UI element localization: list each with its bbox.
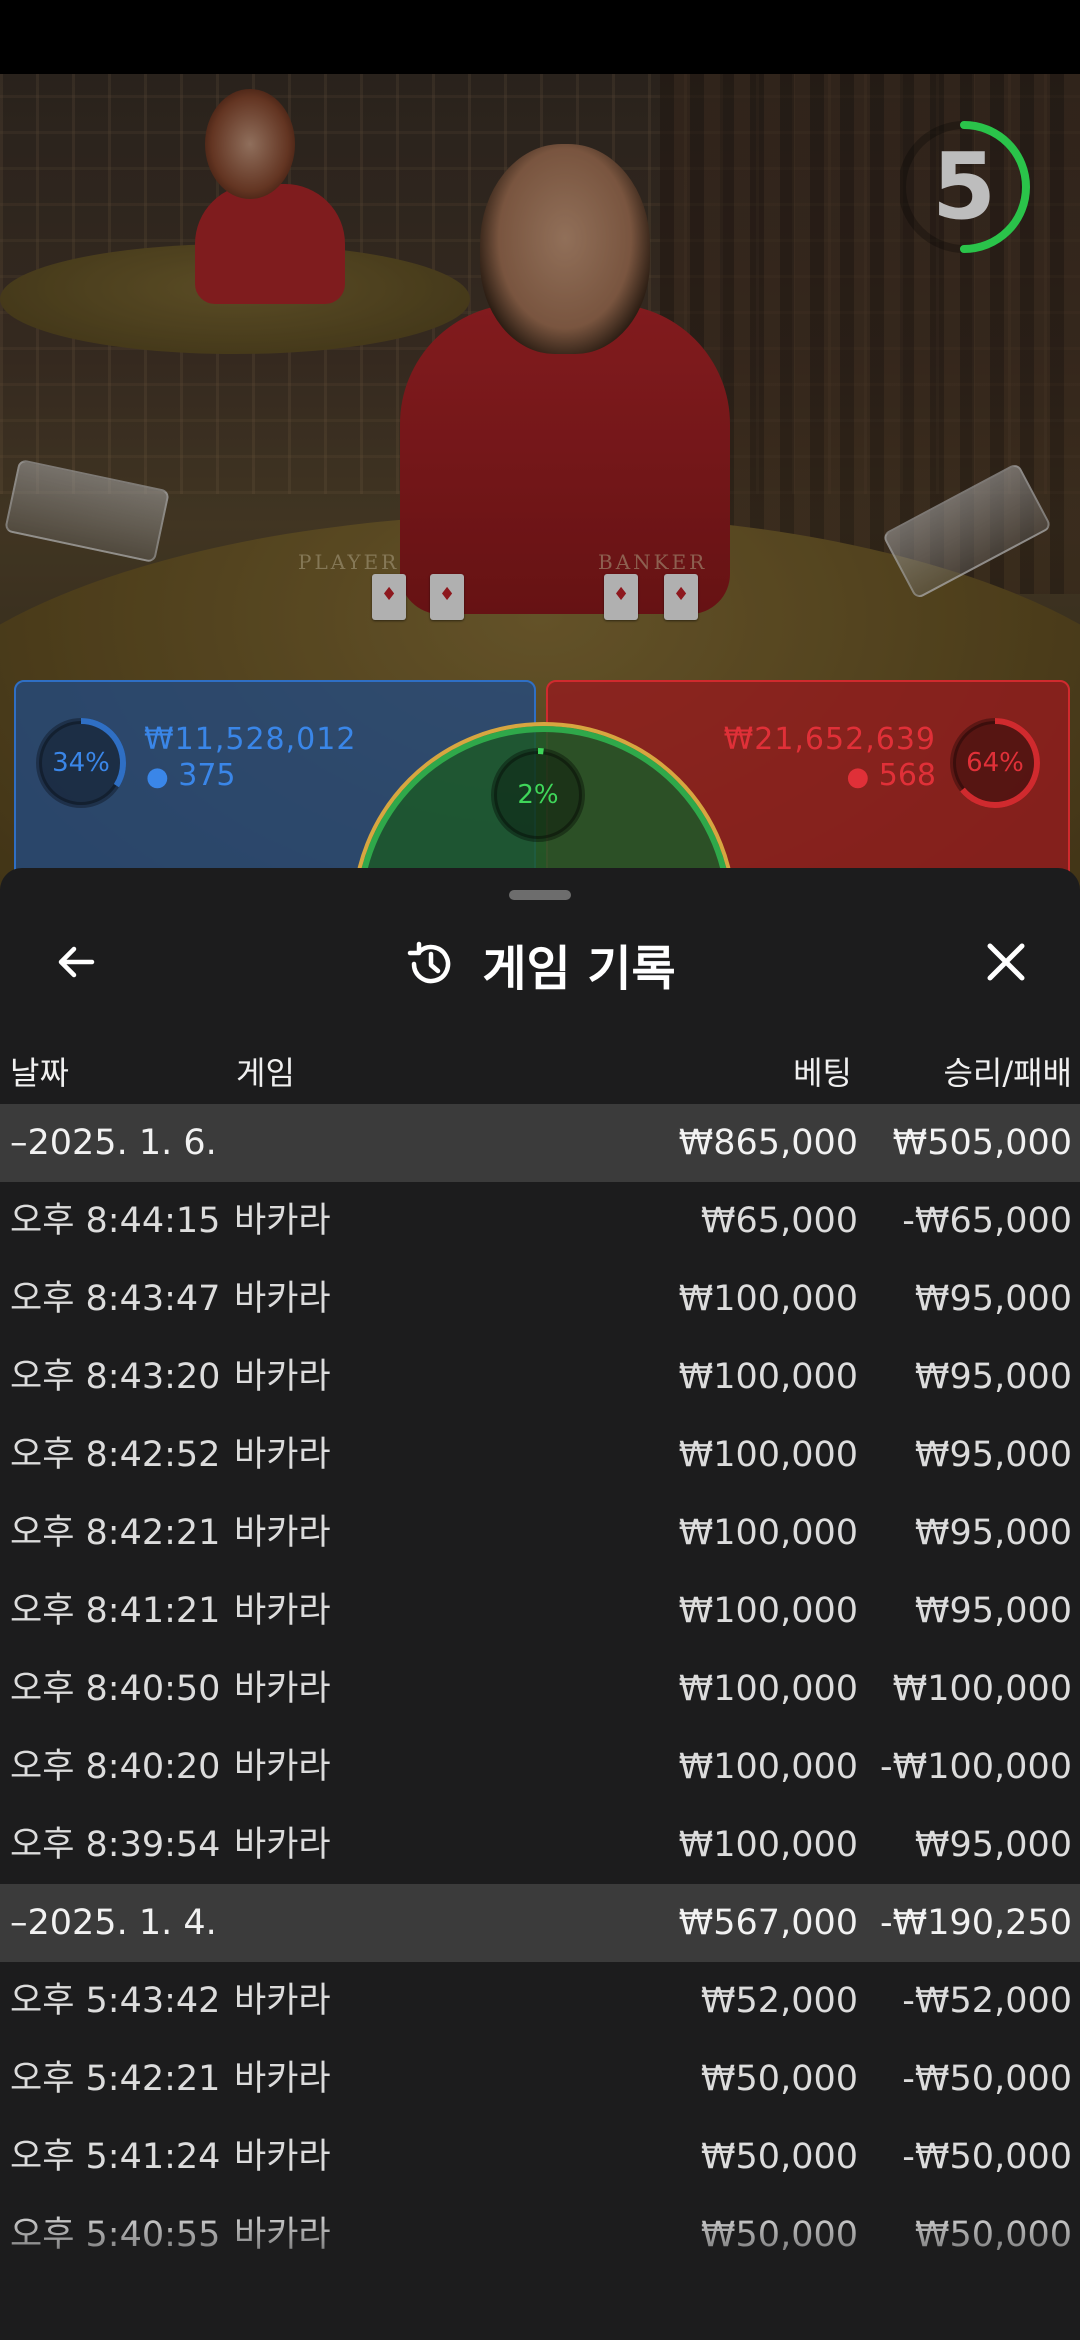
result-cell: -₩50,000 xyxy=(902,2059,1072,2099)
result-cell: -₩100,000 xyxy=(880,1747,1072,1787)
bet-cell: ₩567,000 xyxy=(678,1903,858,1943)
bet-cell: ₩100,000 xyxy=(678,1513,858,1553)
player-bettor-count: 375 xyxy=(178,758,236,793)
bet-cell: ₩50,000 xyxy=(700,2137,858,2177)
column-header-game[interactable]: 게임 xyxy=(236,1048,295,1092)
sheet-title: 게임 기록 xyxy=(482,941,676,997)
history-row[interactable]: 오후 8:40:50 바카라 ₩100,000 ₩100,000 xyxy=(0,1650,1080,1728)
player-percent-ring: 34% xyxy=(34,716,128,810)
game-cell: 바카라 xyxy=(234,1279,331,1319)
game-cell: 바카라 xyxy=(234,2059,331,2099)
player-bettor-count-wrap: ● 375 xyxy=(146,758,236,793)
history-row[interactable]: 오후 8:42:21 바카라 ₩100,000 ₩95,000 xyxy=(0,1494,1080,1572)
history-row[interactable]: 오후 8:41:21 바카라 ₩100,000 ₩95,000 xyxy=(0,1572,1080,1650)
history-list: –2025. 1. 6. ₩865,000 ₩505,000 오후 8:44:15 바카… xyxy=(0,1104,1080,2274)
tie-percent-ring: 2% xyxy=(488,745,588,845)
bet-cell: ₩100,000 xyxy=(678,1591,858,1631)
user-icon: ● xyxy=(846,762,870,792)
bet-cell: ₩65,000 xyxy=(700,1201,858,1241)
bet-cell: ₩100,000 xyxy=(678,1435,858,1475)
list-fade-overlay xyxy=(0,2210,1080,2340)
date-cell: 오후 8:39:54 xyxy=(10,1825,221,1865)
history-row[interactable]: 오후 8:40:20 바카라 ₩100,000 -₩100,000 xyxy=(0,1728,1080,1806)
date-cell: 오후 5:42:21 xyxy=(10,2059,221,2099)
sheet-header: 게임 기록 xyxy=(0,924,1080,1004)
banker-percent-ring: 64% xyxy=(948,716,1042,810)
player-percent: 34% xyxy=(52,748,110,778)
history-row[interactable]: 오후 5:43:42 바카라 ₩52,000 -₩52,000 xyxy=(0,1962,1080,2040)
bet-cell: ₩100,000 xyxy=(678,1357,858,1397)
game-cell: 바카라 xyxy=(234,1669,331,1709)
history-row[interactable]: 오후 8:43:47 바카라 ₩100,000 ₩95,000 xyxy=(0,1260,1080,1338)
bet-cell: ₩50,000 xyxy=(700,2059,858,2099)
result-cell: ₩95,000 xyxy=(914,1279,1072,1319)
date-cell: 오후 8:44:15 xyxy=(10,1201,221,1241)
close-button[interactable] xyxy=(964,920,1048,1004)
result-cell: ₩95,000 xyxy=(914,1591,1072,1631)
bet-cell: ₩100,000 xyxy=(678,1825,858,1865)
game-cell: 바카라 xyxy=(234,1513,331,1553)
date-cell: –2025. 1. 6. xyxy=(10,1123,217,1163)
column-header-bet[interactable]: 베팅 xyxy=(793,1048,852,1092)
banker-bettor-count: 568 xyxy=(878,758,936,793)
history-row[interactable]: 오후 8:42:52 바카라 ₩100,000 ₩95,000 xyxy=(0,1416,1080,1494)
history-row[interactable]: 오후 5:41:24 바카라 ₩50,000 -₩50,000 xyxy=(0,2118,1080,2196)
banker-percent: 64% xyxy=(966,748,1024,778)
date-cell: 오후 8:43:47 xyxy=(10,1279,221,1319)
date-cell: 오후 8:41:21 xyxy=(10,1591,221,1631)
banker-total-bet: ₩21,652,639 xyxy=(723,722,936,757)
bet-cell: ₩100,000 xyxy=(678,1669,858,1709)
result-cell: ₩100,000 xyxy=(892,1669,1072,1709)
date-cell: 오후 8:42:21 xyxy=(10,1513,221,1553)
date-cell: 오후 5:41:24 xyxy=(10,2137,221,2177)
result-cell: ₩95,000 xyxy=(914,1357,1072,1397)
date-group-row: –2025. 1. 4. ₩567,000 -₩190,250 xyxy=(0,1884,1080,1962)
date-cell: 오후 8:43:20 xyxy=(10,1357,221,1397)
result-cell: ₩95,000 xyxy=(914,1435,1072,1475)
date-cell: 오후 5:43:42 xyxy=(10,1981,221,2021)
player-total-bet: ₩11,528,012 xyxy=(144,722,357,757)
bet-cell: ₩52,000 xyxy=(700,1981,858,2021)
status-bar xyxy=(0,0,1080,74)
user-icon: ● xyxy=(146,762,169,792)
game-cell: 바카라 xyxy=(234,1981,331,2021)
sheet-drag-handle[interactable] xyxy=(509,890,571,900)
date-cell: 오후 8:40:20 xyxy=(10,1747,221,1787)
close-icon xyxy=(987,943,1025,981)
date-cell: 오후 8:40:50 xyxy=(10,1669,221,1709)
date-cell: 오후 8:42:52 xyxy=(10,1435,221,1475)
banker-bettor-count-wrap: ● 568 xyxy=(847,758,937,793)
game-cell: 바카라 xyxy=(234,1747,331,1787)
result-cell: ₩505,000 xyxy=(892,1123,1072,1163)
bet-cell: ₩100,000 xyxy=(678,1747,858,1787)
game-cell: 바카라 xyxy=(234,1357,331,1397)
history-row[interactable]: 오후 5:42:21 바카라 ₩50,000 -₩50,000 xyxy=(0,2040,1080,2118)
game-cell: 바카라 xyxy=(234,1825,331,1865)
game-cell: 바카라 xyxy=(234,2137,331,2177)
game-cell: 바카라 xyxy=(234,1591,331,1631)
bet-countdown-timer: 5 xyxy=(900,112,1050,262)
result-cell: -₩65,000 xyxy=(902,1201,1072,1241)
result-cell: ₩95,000 xyxy=(914,1825,1072,1865)
history-row[interactable]: 오후 8:39:54 바카라 ₩100,000 ₩95,000 xyxy=(0,1806,1080,1884)
bet-cell: ₩865,000 xyxy=(678,1123,858,1163)
countdown-number: 5 xyxy=(931,133,996,240)
result-cell: -₩50,000 xyxy=(902,2137,1072,2177)
column-header-result[interactable]: 승리/패배 xyxy=(943,1048,1072,1092)
date-cell: –2025. 1. 4. xyxy=(10,1903,217,1943)
history-row[interactable]: 오후 8:44:15 바카라 ₩65,000 -₩65,000 xyxy=(0,1182,1080,1260)
history-row[interactable]: 오후 8:43:20 바카라 ₩100,000 ₩95,000 xyxy=(0,1338,1080,1416)
tie-percent: 2% xyxy=(517,780,559,810)
game-cell: 바카라 xyxy=(234,1201,331,1241)
bet-cell: ₩100,000 xyxy=(678,1279,858,1319)
column-header-date[interactable]: 날짜 xyxy=(10,1048,69,1092)
result-cell: -₩190,250 xyxy=(880,1903,1072,1943)
date-group-row: –2025. 1. 6. ₩865,000 ₩505,000 xyxy=(0,1104,1080,1182)
game-cell: 바카라 xyxy=(234,1435,331,1475)
result-cell: -₩52,000 xyxy=(902,1981,1072,2021)
history-clock-icon xyxy=(408,941,451,984)
result-cell: ₩95,000 xyxy=(914,1513,1072,1553)
